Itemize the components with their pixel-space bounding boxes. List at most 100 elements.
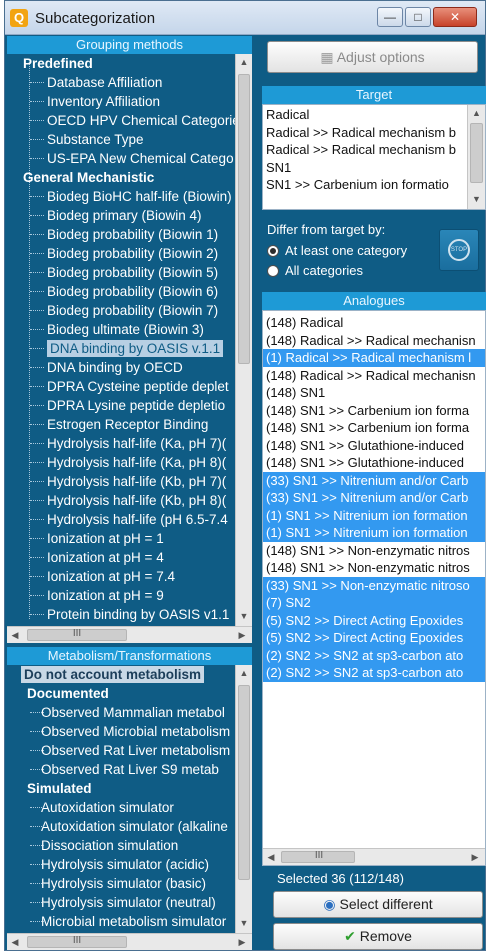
scroll-thumb[interactable]	[238, 74, 250, 364]
analogue-row[interactable]: (148) SN1 >> Carbenium ion forma	[263, 402, 485, 420]
scroll-down-arrow-icon[interactable]: ▼	[236, 915, 252, 931]
metabolism-item-observed-rat-liver-metabolism[interactable]: Observed Rat Liver metabolism	[7, 741, 235, 760]
target-list[interactable]: Radical Radical >> Radical mechanism b Rad…	[262, 104, 486, 210]
target-vertical-scrollbar[interactable]: ▲ ▼	[467, 105, 485, 209]
metabolism-item-observed-rat-liver-s9-metab[interactable]: Observed Rat Liver S9 metab	[7, 760, 235, 779]
grouping-horizontal-scrollbar[interactable]: ◀ III ▶	[7, 626, 252, 643]
analogue-row[interactable]: (148) SN1 >> Carbenium ion forma	[263, 419, 485, 437]
scroll-right-arrow-icon[interactable]: ▶	[236, 934, 248, 950]
target-row[interactable]: SN1 >> Carbenium ion formatio	[263, 176, 485, 194]
scroll-left-arrow-icon[interactable]: ◀	[9, 627, 21, 643]
tree-group-general-mechanistic[interactable]: General Mechanistic	[7, 168, 235, 187]
tree-item-substance-type[interactable]: Substance Type	[7, 130, 235, 149]
metabolism-horizontal-scrollbar[interactable]: ◀ III ▶	[7, 933, 252, 950]
analogue-row[interactable]: (2) SN2 >> SN2 at sp3-carbon ato	[263, 664, 485, 682]
tree-item-biodeg-probability-biowin-1[interactable]: Biodeg probability (Biowin 1)	[7, 225, 235, 244]
analogue-row[interactable]: (148) Radical >> Radical mechanisn	[263, 367, 485, 385]
tree-item-biodeg-biohc-half-life-biowin[interactable]: Biodeg BioHC half-life (Biowin)	[7, 187, 235, 206]
tree-item-ionization-at-ph-1[interactable]: Ionization at pH = 1	[7, 529, 235, 548]
grouping-vertical-scrollbar[interactable]: ▲ ▼	[235, 54, 252, 626]
grouping-methods-tree[interactable]: Predefined Database Affiliation Inventory…	[7, 54, 235, 626]
tree-item-dpra-cysteine-peptide-deplet[interactable]: DPRA Cysteine peptide deplet	[7, 377, 235, 396]
analogue-row[interactable]: (148) SN1 >> Non-enzymatic nitros	[263, 542, 485, 560]
metabolism-item-hydrolysis-simulator-acidic[interactable]: Hydrolysis simulator (acidic)	[7, 855, 235, 874]
analogue-row[interactable]: (148) SN1 >> Non-enzymatic nitros	[263, 559, 485, 577]
metabolism-item-observed-mammalian-metabol[interactable]: Observed Mammalian metabol	[7, 703, 235, 722]
metabolism-vertical-scrollbar[interactable]: ▲ ▼	[235, 665, 252, 933]
target-row[interactable]: SN1	[263, 159, 485, 177]
tree-item-hydrolysis-half-life-ph-6-5-7-4[interactable]: Hydrolysis half-life (pH 6.5-7.4	[7, 510, 235, 529]
metabolism-item-autoxidation-simulator-alkaline[interactable]: Autoxidation simulator (alkaline	[7, 817, 235, 836]
tree-item-dna-binding-by-oasis-v-1-1[interactable]: DNA binding by OASIS v.1.1	[7, 339, 235, 358]
analogue-row[interactable]: (148) Radical	[263, 314, 485, 332]
analogue-row[interactable]: (2) SN2 >> SN2 at sp3-carbon ato	[263, 646, 485, 664]
tree-item-hydrolysis-half-life-ka-ph-8[interactable]: Hydrolysis half-life (Ka, pH 8)(	[7, 453, 235, 472]
tree-item-biodeg-primary-biowin-4[interactable]: Biodeg primary (Biowin 4)	[7, 206, 235, 225]
minimize-button[interactable]: —	[377, 7, 403, 27]
tree-item-dpra-lysine-peptide-depletio[interactable]: DPRA Lysine peptide depletio	[7, 396, 235, 415]
analogue-row[interactable]: (1) SN1 >> Nitrenium ion formation	[263, 524, 485, 542]
remove-button[interactable]: ✔ Remove	[273, 923, 483, 950]
tree-item-ionization-at-ph-7-4[interactable]: Ionization at pH = 7.4	[7, 567, 235, 586]
metabolism-item-hydrolysis-simulator-neutral[interactable]: Hydrolysis simulator (neutral)	[7, 893, 235, 912]
tree-group-simulated[interactable]: Simulated	[7, 779, 235, 798]
tree-item-protein-binding-by-oasis-v1-1[interactable]: Protein binding by OASIS v1.1	[7, 605, 235, 624]
select-different-button[interactable]: ◉ Select different	[273, 891, 483, 918]
analogue-row[interactable]: (33) SN1 >> Nitrenium and/or Carb	[263, 489, 485, 507]
tree-item-ionization-at-ph-4[interactable]: Ionization at pH = 4	[7, 548, 235, 567]
analogue-row[interactable]: (1) SN1 >> Nitrenium ion formation	[263, 506, 485, 524]
scroll-thumb[interactable]	[238, 685, 250, 880]
tree-item-oecd-hpv-chemical-categorie[interactable]: OECD HPV Chemical Categorie	[7, 111, 235, 130]
tree-item-inventory-affiliation[interactable]: Inventory Affiliation	[7, 92, 235, 111]
target-row[interactable]: Radical >> Radical mechanism b	[263, 124, 485, 142]
tree-item-database-affiliation[interactable]: Database Affiliation	[7, 73, 235, 92]
tree-item-biodeg-probability-biowin-2[interactable]: Biodeg probability (Biowin 2)	[7, 244, 235, 263]
scroll-thumb[interactable]	[470, 123, 483, 183]
scroll-up-arrow-icon[interactable]: ▲	[236, 54, 252, 70]
tree-item-hydrolysis-half-life-kb-ph-8[interactable]: Hydrolysis half-life (Kb, pH 8)(	[7, 491, 235, 510]
tree-item-dna-binding-by-oecd[interactable]: DNA binding by OECD	[7, 358, 235, 377]
tree-item-estrogen-receptor-binding[interactable]: Estrogen Receptor Binding	[7, 415, 235, 434]
analogues-horizontal-scrollbar[interactable]: ◀ III ▶	[263, 848, 485, 865]
analogue-row[interactable]: (148) SN1 >> Glutathione-induced	[263, 454, 485, 472]
scroll-left-arrow-icon[interactable]: ◀	[265, 849, 277, 865]
analogue-row[interactable]: (148) SN1	[263, 384, 485, 402]
scroll-down-arrow-icon[interactable]: ▼	[468, 191, 485, 207]
tree-item-biodeg-probability-biowin-5[interactable]: Biodeg probability (Biowin 5)	[7, 263, 235, 282]
tree-item-us-epa-new-chemical-catego[interactable]: US-EPA New Chemical Catego	[7, 149, 235, 168]
analogue-row[interactable]: (148) SN1 >> Glutathione-induced	[263, 437, 485, 455]
stop-button[interactable]: STOP	[439, 229, 479, 271]
metabolism-item-microbial-metabolism-simulator[interactable]: Microbial metabolism simulator	[7, 912, 235, 931]
metabolism-item-autoxidation-simulator[interactable]: Autoxidation simulator	[7, 798, 235, 817]
tree-group-documented[interactable]: Documented	[7, 684, 235, 703]
adjust-options-button[interactable]: ▦ Adjust options	[267, 41, 478, 73]
metabolism-item-observed-microbial-metabolism[interactable]: Observed Microbial metabolism	[7, 722, 235, 741]
tree-item-biodeg-ultimate-biowin-3[interactable]: Biodeg ultimate (Biowin 3)	[7, 320, 235, 339]
scroll-right-arrow-icon[interactable]: ▶	[236, 627, 248, 643]
analogue-row[interactable]: (5) SN2 >> Direct Acting Epoxides	[263, 611, 485, 629]
tree-item-hydrolysis-half-life-ka-ph-7[interactable]: Hydrolysis half-life (Ka, pH 7)(	[7, 434, 235, 453]
close-button[interactable]: ✕	[433, 7, 477, 27]
analogue-row[interactable]: (148) Radical >> Radical mechanisn	[263, 332, 485, 350]
scroll-up-arrow-icon[interactable]: ▲	[236, 665, 252, 681]
scroll-up-arrow-icon[interactable]: ▲	[468, 105, 485, 121]
analogue-row[interactable]: (33) SN1 >> Nitrenium and/or Carb	[263, 471, 485, 489]
maximize-button[interactable]: □	[405, 7, 431, 27]
radio-at-least-one-category[interactable]: At least one category	[267, 243, 407, 258]
metabolism-item-hydrolysis-simulator-basic[interactable]: Hydrolysis simulator (basic)	[7, 874, 235, 893]
scroll-right-arrow-icon[interactable]: ▶	[469, 849, 481, 865]
target-row[interactable]: Radical >> Radical mechanism b	[263, 141, 485, 159]
tree-item-ionization-at-ph-9[interactable]: Ionization at pH = 9	[7, 586, 235, 605]
tree-item-biodeg-probability-biowin-6[interactable]: Biodeg probability (Biowin 6)	[7, 282, 235, 301]
do-not-account-metabolism-item[interactable]: Do not account metabolism	[7, 665, 235, 684]
analogue-row[interactable]: (33) SN1 >> Non-enzymatic nitroso	[263, 576, 485, 594]
analogues-list[interactable]: (148) Radical (148) Radical >> Radical me…	[262, 310, 486, 866]
scroll-left-arrow-icon[interactable]: ◀	[9, 934, 21, 950]
radio-all-categories[interactable]: All categories	[267, 263, 363, 278]
tree-item-biodeg-probability-biowin-7[interactable]: Biodeg probability (Biowin 7)	[7, 301, 235, 320]
scroll-down-arrow-icon[interactable]: ▼	[236, 608, 252, 624]
analogue-row[interactable]: (7) SN2	[263, 594, 485, 612]
tree-group-predefined[interactable]: Predefined	[7, 54, 235, 73]
metabolism-item-dissociation-simulation[interactable]: Dissociation simulation	[7, 836, 235, 855]
analogue-row[interactable]: (1) Radical >> Radical mechanism l	[263, 349, 485, 367]
